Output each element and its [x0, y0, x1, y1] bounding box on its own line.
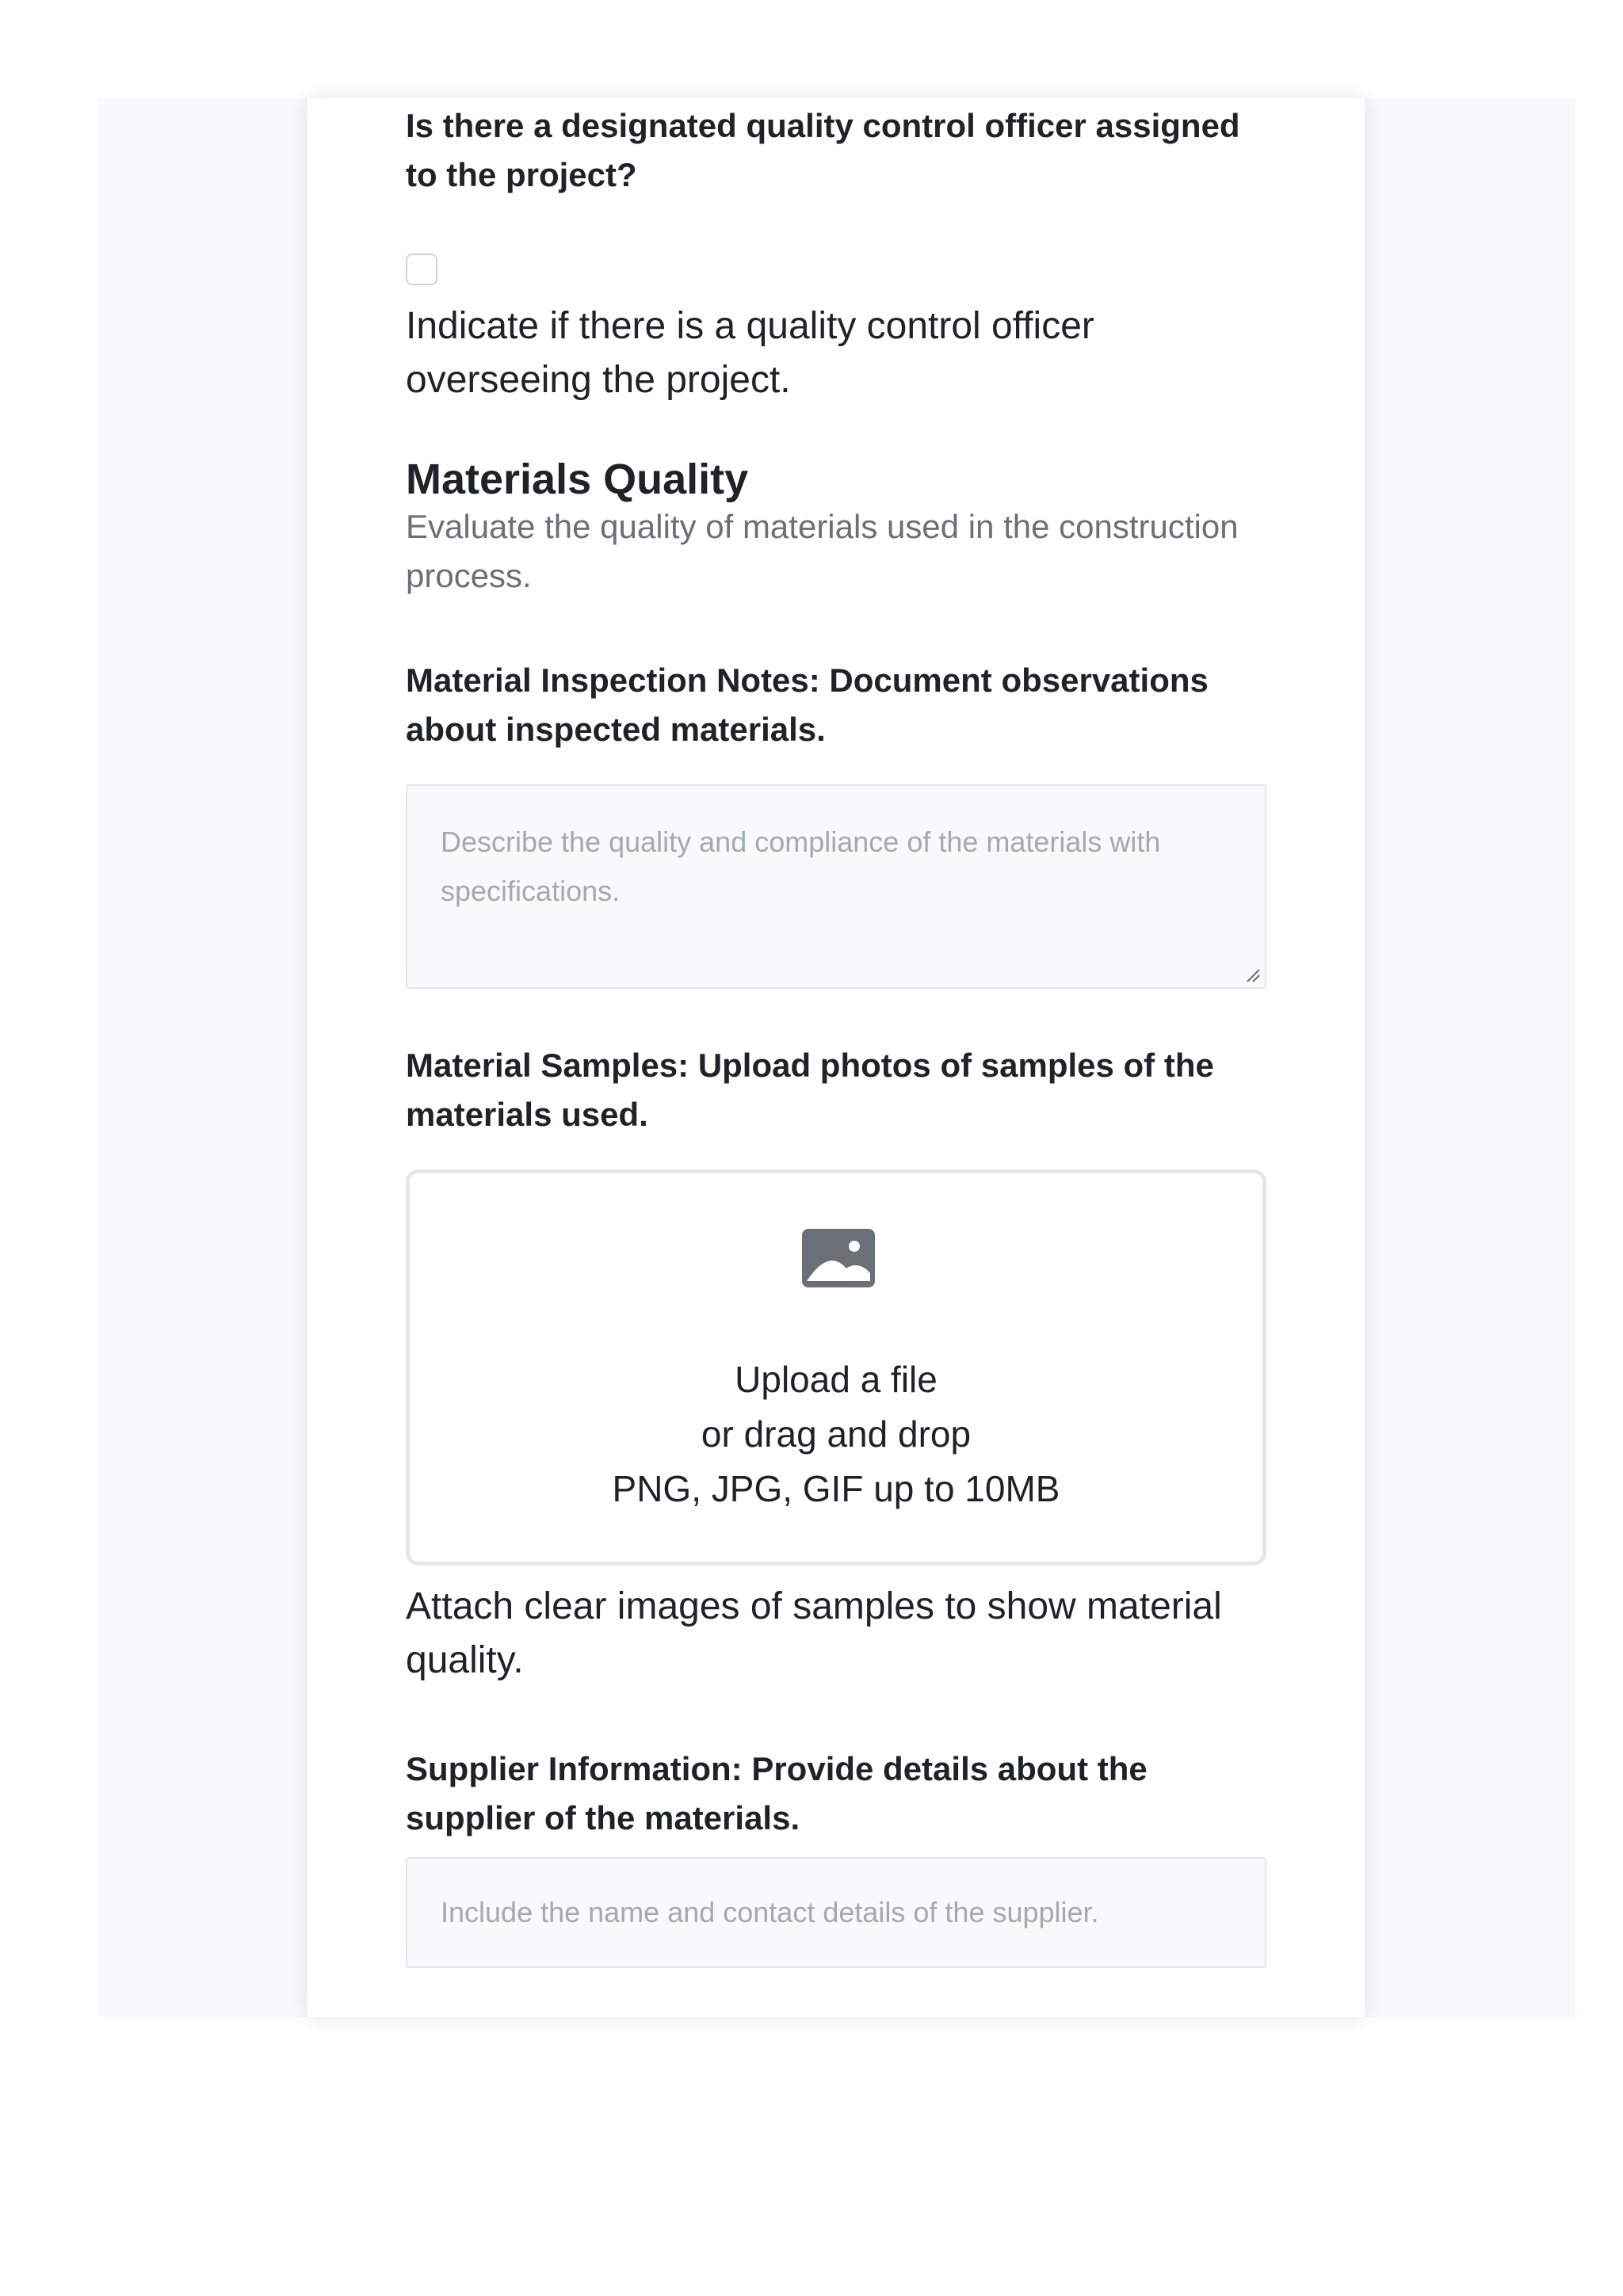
file-types-text: PNG, JPG, GIF up to 10MB [612, 1468, 1060, 1509]
drag-drop-text: or drag and drop [701, 1413, 972, 1455]
samples-dropzone[interactable]: Upload a file or drag and drop PNG, JPG,… [406, 1169, 1266, 1566]
qc-officer-question: Is there a designated quality control of… [406, 107, 1240, 193]
supplier-input[interactable]: Include the name and contact details of … [406, 1857, 1266, 1968]
dropzone-text: Upload a file or drag and drop PNG, JPG,… [410, 1352, 1262, 1516]
supplier-label: Supplier Information: Provide details ab… [406, 1750, 1148, 1836]
upload-file-link[interactable]: Upload a file [410, 1352, 1262, 1407]
samples-label: Material Samples: Upload photos of sampl… [406, 1047, 1214, 1133]
qc-officer-checkbox[interactable] [406, 254, 437, 285]
qc-officer-help: Indicate if there is a quality control o… [406, 305, 1094, 401]
inspection-notes-textarea[interactable]: Describe the quality and compliance of t… [406, 784, 1266, 989]
inspection-notes-label: Material Inspection Notes: Document obse… [406, 662, 1209, 748]
section-title: Materials Quality [406, 456, 749, 503]
samples-help: Attach clear images of samples to show m… [406, 1585, 1222, 1681]
section-description: Evaluate the quality of materials used i… [406, 508, 1239, 594]
inspection-notes-placeholder: Describe the quality and compliance of t… [441, 826, 1161, 907]
form-card: Is there a designated quality control of… [307, 98, 1365, 2017]
resize-handle-icon[interactable] [1244, 967, 1260, 982]
supplier-placeholder: Include the name and contact details of … [441, 1896, 1099, 1928]
image-icon [802, 1229, 875, 1287]
